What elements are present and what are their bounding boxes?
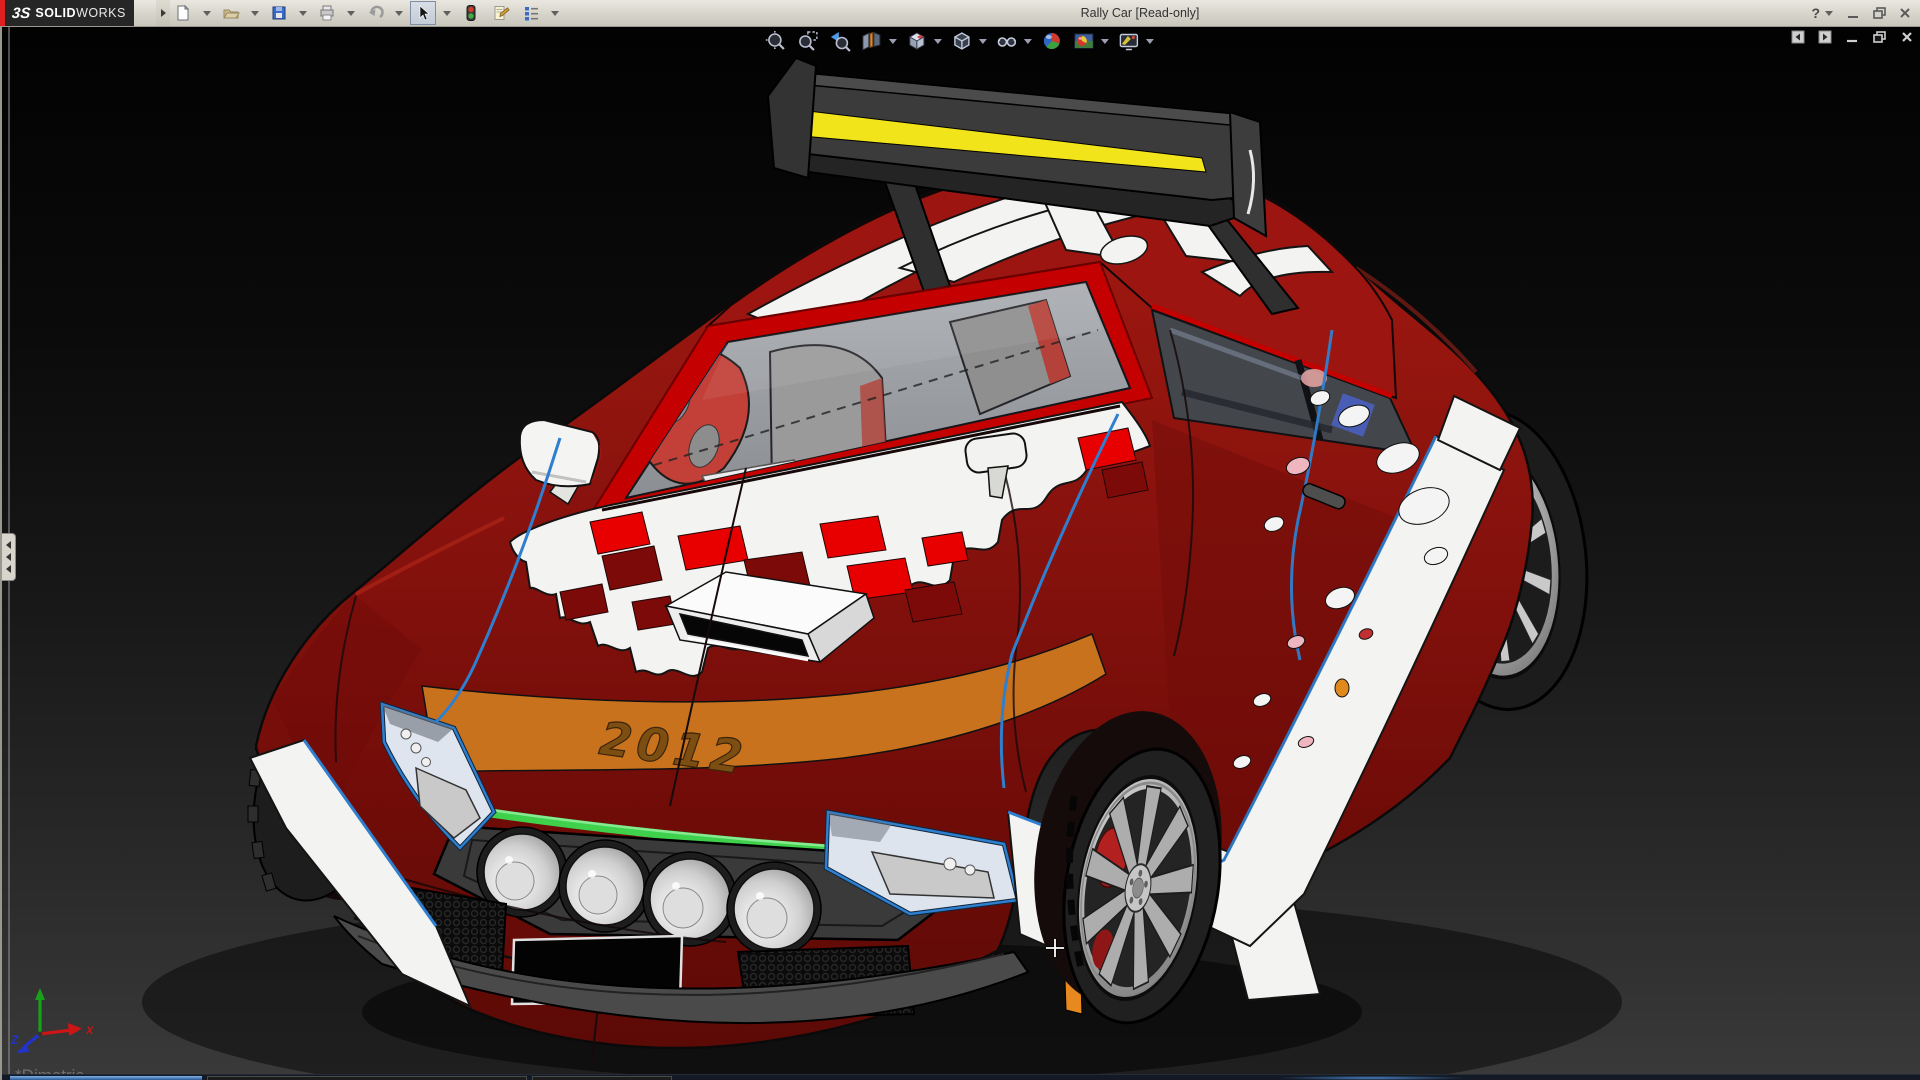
previous-view-icon — [829, 30, 851, 52]
window-title: Rally Car [Read-only] — [1081, 0, 1200, 26]
dropdown-caret-icon[interactable] — [551, 11, 559, 16]
chevron-left-icon — [6, 565, 11, 573]
status-bar-glow — [1282, 1076, 1462, 1080]
doc-close-button[interactable] — [1900, 30, 1914, 44]
ds-logo-icon: 3S — [11, 5, 31, 22]
help-icon: ? — [1811, 5, 1820, 21]
status-bar-highlight — [10, 1076, 202, 1080]
close-icon — [1898, 6, 1912, 20]
headsup-view-toolbar — [764, 29, 1154, 53]
edit-appearance-button[interactable] — [1040, 29, 1064, 53]
toggle-left-pane-button[interactable] — [1791, 30, 1805, 44]
dropdown-caret-icon[interactable] — [443, 11, 451, 16]
undo-button[interactable] — [362, 1, 388, 25]
x-axis-label: X — [85, 1025, 94, 1037]
solidworks-window: 3S SOLID WORKS — [0, 0, 1920, 1080]
status-bar — [2, 1074, 1920, 1080]
restore-icon — [1872, 30, 1887, 44]
dropdown-caret-icon — [1825, 11, 1833, 16]
dropdown-caret-icon[interactable] — [347, 11, 355, 16]
chevron-left-icon — [6, 541, 11, 549]
doc-minimize-button[interactable] — [1845, 30, 1859, 44]
status-bar-pane — [207, 1076, 527, 1080]
rebuild-traffic-light-icon — [462, 4, 480, 22]
apply-scene-button[interactable] — [1072, 29, 1096, 53]
doc-restore-button[interactable] — [1872, 30, 1887, 44]
solidworks-logo: 3S SOLID WORKS — [0, 0, 134, 26]
graphics-viewport[interactable]: 2012 — [0, 26, 1920, 1080]
pane-toggle-right-icon — [1818, 30, 1832, 44]
restore-icon — [1872, 6, 1887, 20]
logo-red-stripe — [0, 0, 5, 26]
window-minimize-button[interactable] — [1844, 4, 1862, 22]
options-button[interactable] — [518, 1, 544, 25]
help-button[interactable]: ? — [1811, 5, 1836, 21]
dropdown-caret-icon[interactable] — [251, 11, 259, 16]
orientation-triad: X Z — [10, 986, 102, 1058]
status-bar-pane — [532, 1076, 672, 1080]
dropdown-caret-icon[interactable] — [1024, 39, 1032, 44]
undo-arrow-icon — [366, 4, 384, 22]
zoom-to-area-button[interactable] — [796, 29, 820, 53]
view-orientation-button[interactable] — [905, 29, 929, 53]
menu-bar-toolbar — [170, 0, 562, 26]
document-window-controls — [1791, 30, 1914, 44]
appearance-ball-icon — [1041, 30, 1063, 52]
file-properties-icon — [492, 4, 510, 22]
new-document-icon — [174, 4, 192, 22]
dropdown-caret-icon[interactable] — [203, 11, 211, 16]
save-floppy-icon — [270, 4, 288, 22]
dropdown-caret-icon[interactable] — [299, 11, 307, 16]
z-axis-label: Z — [10, 1033, 19, 1047]
zoom-to-area-icon — [797, 30, 819, 52]
close-icon — [1900, 30, 1914, 44]
dropdown-caret-icon[interactable] — [1146, 39, 1154, 44]
file-properties-button[interactable] — [488, 1, 514, 25]
hide-show-items-button[interactable] — [995, 29, 1019, 53]
dropdown-caret-icon[interactable] — [889, 39, 897, 44]
toggle-right-pane-button[interactable] — [1818, 30, 1832, 44]
title-bar: 3S SOLID WORKS — [0, 0, 1920, 27]
view-orientation-cube-icon — [906, 30, 928, 52]
minimize-icon — [1846, 6, 1860, 20]
y-axis-arrow-icon — [35, 988, 45, 1000]
zoom-to-fit-icon — [765, 30, 787, 52]
display-style-button[interactable] — [950, 29, 974, 53]
dropdown-caret-icon[interactable] — [979, 39, 987, 44]
window-restore-button[interactable] — [1870, 4, 1888, 22]
section-view-icon — [861, 30, 883, 52]
chevron-left-icon — [6, 553, 11, 561]
printer-icon — [318, 4, 336, 22]
section-view-button[interactable] — [860, 29, 884, 53]
window-close-button[interactable] — [1896, 4, 1914, 22]
featuremanager-expand-tab[interactable] — [2, 533, 16, 581]
view-settings-icon — [1118, 30, 1140, 52]
select-button[interactable] — [410, 1, 436, 25]
display-style-cube-icon — [951, 30, 973, 52]
brand-name-bold: SOLID — [35, 6, 76, 20]
previous-view-button[interactable] — [828, 29, 852, 53]
rebuild-button[interactable] — [458, 1, 484, 25]
apply-scene-icon — [1073, 30, 1095, 52]
brand-name-light: WORKS — [76, 6, 126, 20]
eyeglasses-icon — [996, 30, 1018, 52]
car-model-3d[interactable]: 2012 — [2, 26, 1920, 1080]
dropdown-caret-icon[interactable] — [1101, 39, 1109, 44]
dropdown-caret-icon[interactable] — [395, 11, 403, 16]
menu-expand-arrow-icon[interactable] — [156, 0, 170, 26]
select-cursor-icon — [414, 4, 432, 22]
save-button[interactable] — [266, 1, 292, 25]
view-settings-button[interactable] — [1117, 29, 1141, 53]
dropdown-caret-icon[interactable] — [934, 39, 942, 44]
minimize-icon — [1845, 30, 1859, 44]
window-controls: ? — [1811, 0, 1914, 26]
x-axis-arrow-icon — [68, 1023, 82, 1036]
print-button[interactable] — [314, 1, 340, 25]
open-folder-icon — [222, 4, 240, 22]
pane-toggle-left-icon — [1791, 30, 1805, 44]
open-button[interactable] — [218, 1, 244, 25]
zoom-to-fit-button[interactable] — [764, 29, 788, 53]
options-checklist-icon — [522, 4, 540, 22]
new-document-button[interactable] — [170, 1, 196, 25]
